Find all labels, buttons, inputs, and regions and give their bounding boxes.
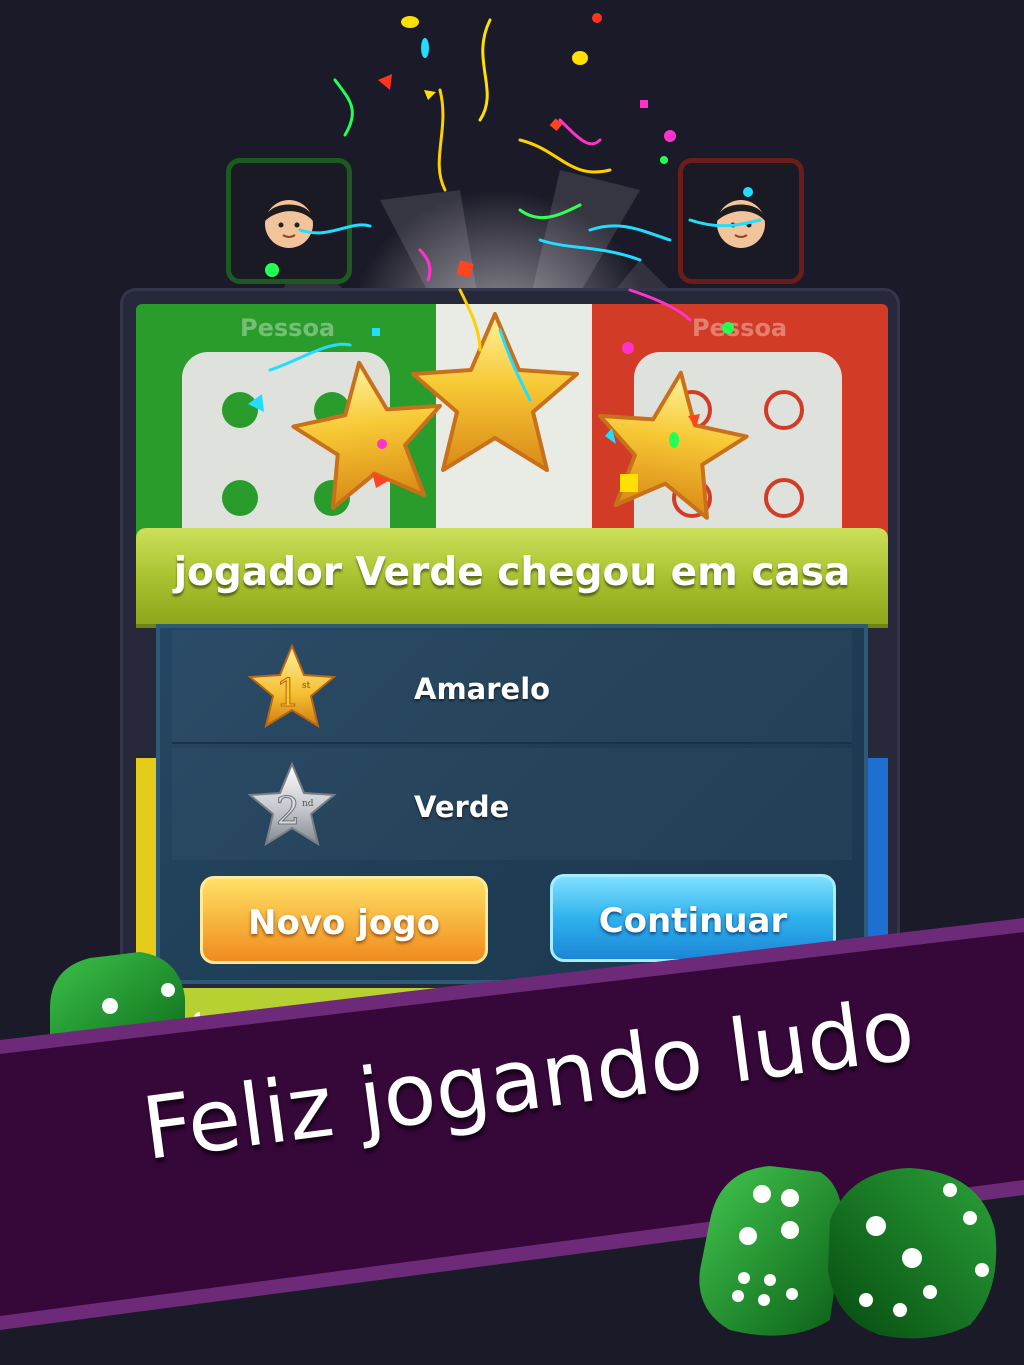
result-banner: jogador Verde chegou em casa (136, 528, 888, 624)
svg-text:nd: nd (302, 799, 314, 809)
dice-pair (699, 1166, 997, 1339)
row-divider (172, 742, 852, 744)
dice-icon (699, 1166, 843, 1336)
board-bottom-strip (160, 988, 540, 1032)
continue-button[interactable]: Continuar (550, 874, 836, 962)
result-name-2: Verde (414, 790, 510, 824)
medal-star-icon: 2 nd (247, 761, 337, 847)
dice-icon (828, 1168, 997, 1339)
medal-star-icon: 1 st (247, 643, 337, 729)
result-name-1: Amarelo (414, 672, 551, 706)
svg-text:1: 1 (276, 671, 300, 715)
svg-text:st: st (302, 681, 311, 691)
new-game-button[interactable]: Novo jogo (200, 876, 488, 964)
dice-icon (50, 952, 200, 1058)
result-row-1: 1 st Amarelo (172, 630, 852, 742)
result-title: jogador Verde chegou em casa (173, 550, 851, 595)
confetti (248, 13, 762, 492)
result-row-2: 2 nd Verde (172, 748, 852, 860)
svg-text:2: 2 (276, 789, 300, 833)
